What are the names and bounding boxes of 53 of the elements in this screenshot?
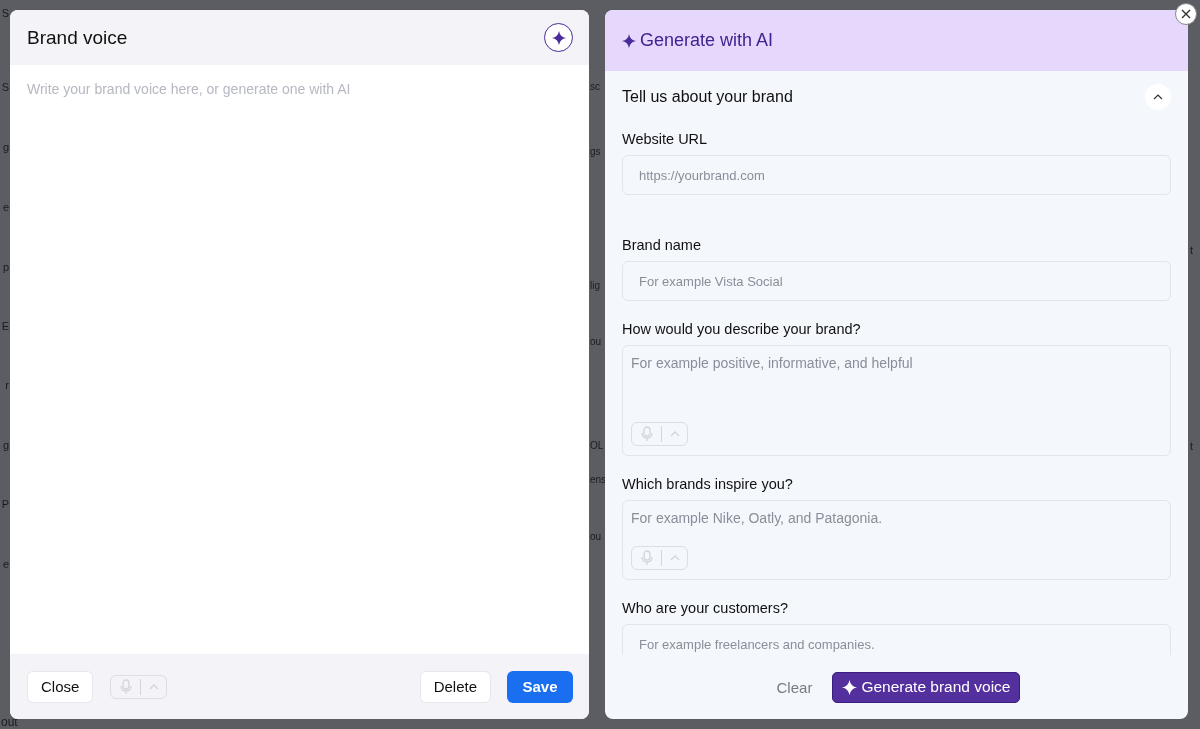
section-title: Tell us about your brand	[622, 88, 793, 106]
background-text: g	[2, 140, 9, 154]
background-text: S	[1, 80, 9, 94]
voice-input-control[interactable]	[631, 422, 688, 446]
input-field[interactable]: For example Vista Social	[622, 261, 1171, 301]
text-area[interactable]: For example positive, informative, and helpful	[622, 345, 1171, 456]
field-label: How would you describe your brand?	[622, 321, 862, 337]
background-text: lig	[590, 279, 600, 293]
text-area[interactable]: For example Nike, Oatly, and Patagonia.	[622, 500, 1171, 580]
chevron-icon	[1153, 94, 1163, 100]
background-text: OL	[590, 439, 604, 453]
background-text: ou	[590, 530, 602, 544]
sparkle-button[interactable]	[544, 23, 573, 52]
background-text: ou	[590, 335, 602, 349]
background-text: t	[1190, 243, 1194, 257]
input-field[interactable]: https://yourbrand.com	[622, 155, 1171, 195]
background-text: e	[2, 200, 9, 214]
background-text: g	[2, 438, 9, 452]
delete-button[interactable]: Delete	[419, 670, 491, 703]
field-label: Who are your customers?	[622, 600, 789, 616]
field-label: Brand name	[622, 237, 702, 253]
chevron-up-icon	[670, 431, 680, 437]
background-text: r	[5, 378, 9, 392]
microphone-icon	[641, 426, 653, 442]
collapse-button[interactable]	[1145, 84, 1171, 110]
background-text: t	[1190, 439, 1194, 453]
sparkle-icon	[551, 30, 566, 45]
field-label: Which brands inspire you?	[622, 476, 794, 492]
background-text: out	[1, 716, 18, 728]
dialog-title: Generate with AI	[640, 30, 774, 51]
close-icon[interactable]	[1175, 3, 1197, 25]
background-text: p	[2, 260, 9, 274]
voice-input-control[interactable]	[631, 546, 688, 570]
clear-button[interactable]: Clear	[772, 678, 817, 696]
sparkle-icon	[622, 33, 636, 48]
background-text: S	[1, 6, 9, 20]
input-field[interactable]: For example freelancers and companies.	[622, 624, 1171, 655]
dialog-title: Brand voice	[27, 26, 128, 49]
microphone-icon	[641, 550, 653, 566]
close-button[interactable]: Close	[27, 670, 94, 703]
microphone-icon	[120, 678, 133, 695]
save-button[interactable]: Save	[507, 670, 573, 703]
background-text: gs	[590, 145, 601, 159]
background-text: P	[1, 497, 9, 511]
generate-button[interactable]: Generate brand voice	[832, 671, 1021, 703]
sparkle-icon	[842, 679, 858, 695]
background-text: sc	[590, 80, 600, 94]
background-text: e	[2, 557, 9, 571]
background-text: E	[1, 319, 9, 333]
chevron-up-icon	[670, 555, 680, 561]
background-text: ens	[590, 473, 607, 487]
chevron-up-icon	[149, 683, 160, 690]
field-label: Website URL	[622, 131, 709, 147]
